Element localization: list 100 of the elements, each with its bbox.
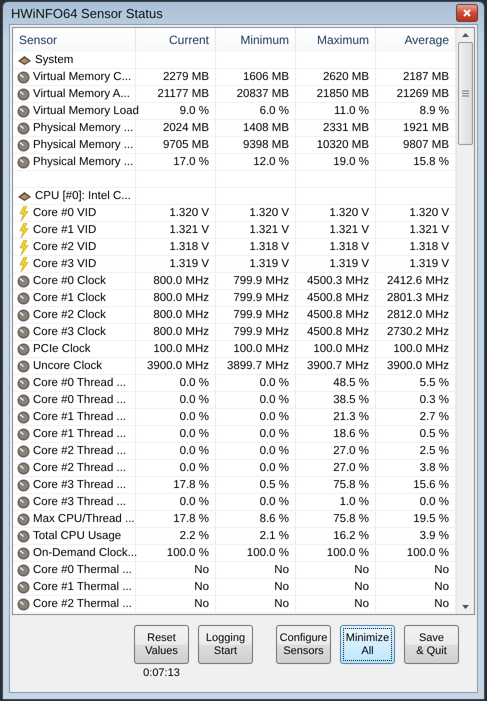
table-cell: 1.321 V <box>216 222 296 239</box>
action-button[interactable]: Reset Values <box>134 625 189 664</box>
table-cell: 19.0 % <box>296 154 376 171</box>
scroll-up-icon[interactable] <box>462 33 469 37</box>
gauge-icon <box>17 70 30 84</box>
lightning-icon <box>19 240 29 254</box>
sensor-row[interactable]: Core #0 Thermal ... <box>13 562 136 579</box>
sensor-row[interactable]: Core #1 Thermal ... <box>13 579 136 596</box>
table-cell: 1.318 V <box>216 239 296 256</box>
column-header[interactable]: Current <box>136 28 216 52</box>
gauge-icon <box>17 530 30 542</box>
table-cell: 0.0 % <box>136 443 216 460</box>
sensor-row[interactable]: Core #2 VID <box>13 239 136 256</box>
sensor-row[interactable]: Uncore Clock <box>13 358 136 375</box>
sensor-row[interactable]: PCIe Clock <box>13 341 136 358</box>
table-cell: 8.6 % <box>216 511 296 528</box>
column-header[interactable]: Maximum <box>296 28 376 52</box>
sensor-row[interactable]: Core #2 Thread ... <box>13 460 136 477</box>
sensor-row[interactable]: Virtual Memory C... <box>13 69 136 86</box>
action-button[interactable]: Minimize All <box>340 625 395 664</box>
sensor-row[interactable]: On-Demand Clock... <box>13 545 136 562</box>
table-cell: 0.0 % <box>136 392 216 409</box>
table-cell: No <box>216 596 296 613</box>
table-cell: 100.0 % <box>136 545 216 562</box>
table-cell: No <box>136 562 216 579</box>
column-header[interactable]: Sensor <box>13 28 136 52</box>
table-cell: 0.0 % <box>216 392 296 409</box>
action-button[interactable]: Logging Start <box>198 625 253 664</box>
action-button[interactable]: Save & Quit <box>404 625 459 664</box>
sensor-row[interactable]: Core #2 Thermal ... <box>13 596 136 613</box>
sensor-row[interactable]: Physical Memory ... <box>13 154 136 171</box>
sensor-row[interactable]: Core #3 Thread ... <box>13 477 136 494</box>
sensor-row[interactable]: Core #2 Thread ... <box>13 443 136 460</box>
sensor-row[interactable]: Core #3 Thread ... <box>13 494 136 511</box>
table-cell: 27.0 % <box>296 443 376 460</box>
table-cell: 799.9 MHz <box>216 307 296 324</box>
table-cell: 1.321 V <box>136 222 216 239</box>
gauge-icon <box>17 308 30 322</box>
sensor-name: Virtual Memory Load <box>33 105 139 117</box>
table-cell: 1.320 V <box>296 205 376 222</box>
sensor-row[interactable]: Core #0 VID <box>13 205 136 222</box>
sensor-row[interactable]: Core #0 Clock <box>13 273 136 290</box>
sensor-row[interactable]: Core #1 VID <box>13 222 136 239</box>
table-cell: 2620 MB <box>296 69 376 86</box>
sensor-row[interactable]: Physical Memory ... <box>13 120 136 137</box>
sensor-row[interactable]: Physical Memory ... <box>13 137 136 154</box>
group-row[interactable]: CPU [#0]: Intel C... <box>13 188 136 205</box>
lightning-icon <box>19 222 29 238</box>
sensor-row[interactable]: Virtual Memory Load <box>13 103 136 120</box>
action-button[interactable]: Configure Sensors <box>276 625 331 664</box>
gauge-icon <box>17 546 30 560</box>
sensor-row[interactable]: Core #3 VID <box>13 256 136 273</box>
table-cell: 800.0 MHz <box>136 273 216 290</box>
sensor-name: Virtual Memory C... <box>33 71 132 83</box>
table-cell: 0.0 % <box>216 460 296 477</box>
table-cell: 1.319 V <box>216 256 296 273</box>
sensor-row[interactable]: Virtual Memory A... <box>13 86 136 103</box>
table-cell: 21177 MB <box>136 86 216 103</box>
elapsed-time: 0:07:13 <box>143 667 180 679</box>
table-cell: 1.319 V <box>296 256 376 273</box>
column-header[interactable]: Minimum <box>216 28 296 52</box>
sensor-row[interactable]: Core #1 Thread ... <box>13 409 136 426</box>
sensor-name: Core #2 Thermal ... <box>33 598 132 610</box>
sensor-row[interactable]: Max CPU/Thread ... <box>13 511 136 528</box>
gauge-icon <box>17 88 30 100</box>
gauge-icon <box>17 580 30 594</box>
group-row[interactable]: System <box>13 52 136 69</box>
table-cell: 1606 MB <box>216 69 296 86</box>
table-cell: 0.0 % <box>216 443 296 460</box>
sensor-row[interactable]: Core #1 Thread ... <box>13 426 136 443</box>
scroll-down-icon[interactable] <box>462 605 469 609</box>
scrollbar[interactable] <box>456 28 474 614</box>
table-cell: No <box>296 596 376 613</box>
table-cell: 38.5 % <box>296 392 376 409</box>
sensor-row[interactable]: Core #1 Clock <box>13 290 136 307</box>
table-cell: 3900.7 MHz <box>296 358 376 375</box>
table-cell: 3900.0 MHz <box>136 358 216 375</box>
sensor-row[interactable]: Core #0 Thread ... <box>13 392 136 409</box>
sensor-row[interactable]: Core #0 Thread ... <box>13 375 136 392</box>
gauge-icon <box>17 292 30 304</box>
sensor-row[interactable]: Core #2 Clock <box>13 307 136 324</box>
table-cell: 1.320 V <box>216 205 296 222</box>
window-title: HWiNFO64 Sensor Status <box>10 6 163 20</box>
sensor-name: Core #3 Clock <box>33 326 106 338</box>
sensor-name: Core #0 Thermal ... <box>33 564 132 576</box>
gauge-icon <box>17 342 30 356</box>
table-cell: 100.0 % <box>216 545 296 562</box>
close-button[interactable] <box>456 4 478 22</box>
table-cell: 75.8 % <box>296 477 376 494</box>
column-header[interactable]: Average <box>376 28 456 52</box>
table-cell: 800.0 MHz <box>136 290 216 307</box>
gauge-icon <box>17 462 30 474</box>
sensor-name: Core #0 Clock <box>33 275 106 287</box>
sensor-row[interactable]: Total CPU Usage <box>13 528 136 545</box>
gauge-icon <box>17 360 30 372</box>
gauge-icon <box>17 122 30 134</box>
sensor-name: Core #0 VID <box>33 207 96 219</box>
gauge-icon <box>17 598 30 610</box>
sensor-row[interactable]: Core #3 Clock <box>13 324 136 341</box>
sensor-name: Core #2 Thread ... <box>33 445 126 457</box>
